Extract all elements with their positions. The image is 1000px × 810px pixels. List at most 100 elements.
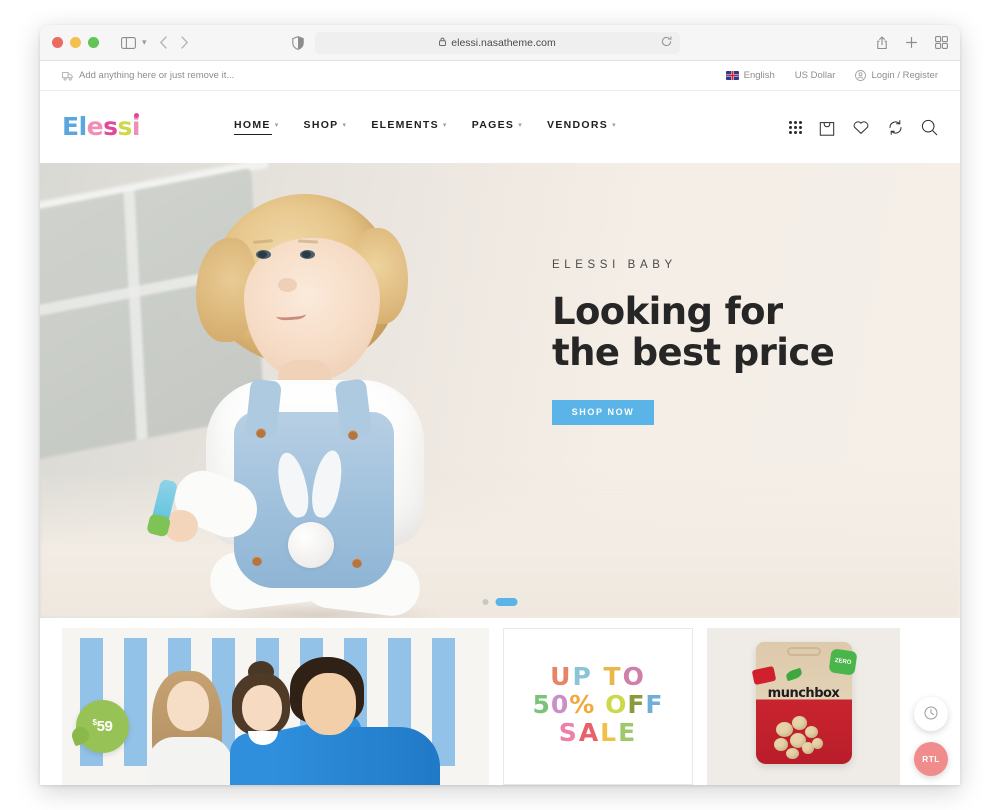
browser-window: ▾ elessi.nasatheme.com Add anything here… — [40, 25, 960, 785]
grid-menu-icon[interactable] — [789, 120, 802, 134]
stripe-1 — [124, 638, 147, 766]
shopping-bag-icon[interactable] — [819, 119, 835, 136]
rtl-toggle-button[interactable]: RTL — [914, 742, 948, 776]
account-label: Login / Register — [871, 70, 938, 81]
nut-1 — [791, 716, 807, 730]
share-icon[interactable] — [876, 35, 888, 50]
history-clock-button[interactable] — [914, 697, 948, 731]
floating-widgets: RTL DEMO — [914, 697, 948, 785]
hero-baby-figure — [150, 184, 482, 618]
screenshot-stage: ▾ elessi.nasatheme.com Add anything here… — [0, 0, 1000, 810]
address-bar[interactable]: elessi.nasatheme.com — [315, 32, 680, 54]
sale-promo-card[interactable]: UP TO 50% OFF SALE — [503, 628, 693, 785]
logo-letter-0: E — [62, 112, 79, 141]
nut-7 — [811, 738, 823, 749]
nav-item-shop[interactable]: SHOP ▾ — [304, 119, 348, 135]
nut-4 — [804, 726, 818, 738]
sale-char: E — [618, 718, 638, 747]
sale-char: S — [558, 718, 579, 747]
reload-icon[interactable] — [661, 36, 672, 50]
sale-char: A — [578, 718, 601, 747]
plus-icon[interactable] — [905, 36, 918, 49]
sale-char — [593, 662, 604, 691]
sale-char: U — [550, 662, 573, 691]
nav-item-vendors[interactable]: VENDORS ▾ — [547, 119, 617, 135]
carousel-dot-1[interactable] — [482, 599, 489, 605]
promo-row: $59 UP TO 50% OFF SALE munchbox ZERO — [40, 618, 960, 785]
sidebar-chevron-down-icon[interactable]: ▾ — [142, 37, 147, 48]
main-navigation: HOME ▾ SHOP ▾ ELEMENTS ▾ PAGES ▾ VENDORS ▾ — [233, 119, 617, 135]
nut-6 — [785, 748, 799, 759]
website-viewport: Add anything here or just remove it... E… — [40, 61, 960, 785]
product-brand-label: munchbox — [767, 686, 840, 701]
sale-text: UP TO 50% OFF SALE — [504, 663, 692, 747]
login-register-link[interactable]: Login / Register — [855, 70, 938, 81]
chevron-down-icon: ▾ — [342, 122, 348, 129]
currency-selector[interactable]: US Dollar — [795, 70, 836, 81]
logo-letter-1: l — [78, 112, 88, 141]
nav-item-label: ELEMENTS — [371, 119, 439, 131]
language-label: English — [743, 70, 775, 81]
language-selector[interactable]: English — [725, 70, 775, 81]
logo-letter-4: s — [117, 112, 133, 141]
window-controls[interactable] — [52, 37, 99, 48]
nav-item-home[interactable]: HOME ▾ — [233, 119, 280, 135]
utility-topbar: Add anything here or just remove it... E… — [40, 61, 960, 91]
sale-line-3: SALE — [504, 719, 692, 747]
chevron-down-icon: ▾ — [518, 122, 524, 129]
site-logo[interactable]: Elessi — [62, 112, 140, 142]
nut-2 — [773, 738, 788, 751]
sale-line-2: 50% OFF — [504, 691, 692, 719]
search-icon[interactable] — [921, 119, 938, 136]
sidebar-toggle-icon[interactable] — [121, 36, 136, 49]
product-card[interactable]: munchbox ZERO — [707, 628, 900, 785]
nav-item-pages[interactable]: PAGES ▾ — [472, 119, 523, 135]
logo-dot — [133, 113, 139, 118]
user-icon — [855, 70, 867, 81]
promo-text: Add anything here or just remove it... — [79, 70, 235, 81]
logo-letter-2: e — [86, 112, 104, 141]
privacy-shield-icon[interactable] — [292, 35, 304, 50]
hero-copy: ELESSI BABY Looking for the best price S… — [552, 259, 872, 425]
chevron-down-icon: ▾ — [274, 122, 280, 129]
sale-char: O — [605, 690, 628, 719]
hero-slider[interactable]: ELESSI BABY Looking for the best price S… — [40, 163, 960, 618]
forward-arrow-icon[interactable] — [180, 36, 189, 49]
hero-title-line2: the best price — [552, 331, 835, 375]
site-header: Elessi HOME ▾ SHOP ▾ ELEMENTS ▾ PAGES ▾ VENDORS ▾ — [40, 91, 960, 163]
munchbox-pouch-image: munchbox ZERO — [751, 642, 858, 764]
shop-now-button[interactable]: SHOP NOW — [552, 399, 654, 425]
sale-char — [595, 690, 605, 719]
close-window-button[interactable] — [52, 37, 63, 48]
chevron-down-icon: ▾ — [612, 122, 617, 129]
shipping-truck-icon — [62, 71, 73, 81]
tab-overview-icon[interactable] — [935, 36, 948, 49]
family-banner-card[interactable]: $59 — [62, 628, 489, 785]
wishlist-heart-icon[interactable] — [852, 119, 870, 135]
back-arrow-icon[interactable] — [159, 36, 168, 49]
nav-item-label: SHOP — [303, 119, 339, 131]
minimize-window-button[interactable] — [70, 37, 81, 48]
maximize-window-button[interactable] — [88, 37, 99, 48]
price-badge-value: $59 — [93, 718, 113, 735]
nav-item-label: HOME — [233, 119, 271, 131]
sale-char: F — [627, 690, 646, 719]
logo-letter-3: s — [103, 112, 118, 141]
price-badge: $59 — [76, 700, 129, 753]
uk-flag-icon — [725, 71, 739, 80]
hero-title-line1: Looking for — [552, 290, 783, 333]
sale-line-1: UP TO — [504, 663, 692, 691]
carousel-pagination[interactable] — [482, 598, 518, 606]
carousel-dot-2-active[interactable] — [495, 598, 518, 606]
browser-toolbar: ▾ elessi.nasatheme.com — [40, 25, 960, 61]
compare-icon[interactable] — [887, 119, 904, 136]
hero-title: Looking for the best price — [552, 291, 872, 374]
sale-char: P — [572, 662, 593, 691]
sale-char: O — [622, 662, 646, 691]
nav-item-elements[interactable]: ELEMENTS ▾ — [371, 119, 447, 135]
family-photo — [146, 653, 446, 785]
nut-0 — [775, 722, 793, 737]
currency-label: US Dollar — [794, 70, 836, 81]
nav-item-label: PAGES — [471, 119, 515, 131]
product-badge: ZERO — [827, 648, 858, 676]
